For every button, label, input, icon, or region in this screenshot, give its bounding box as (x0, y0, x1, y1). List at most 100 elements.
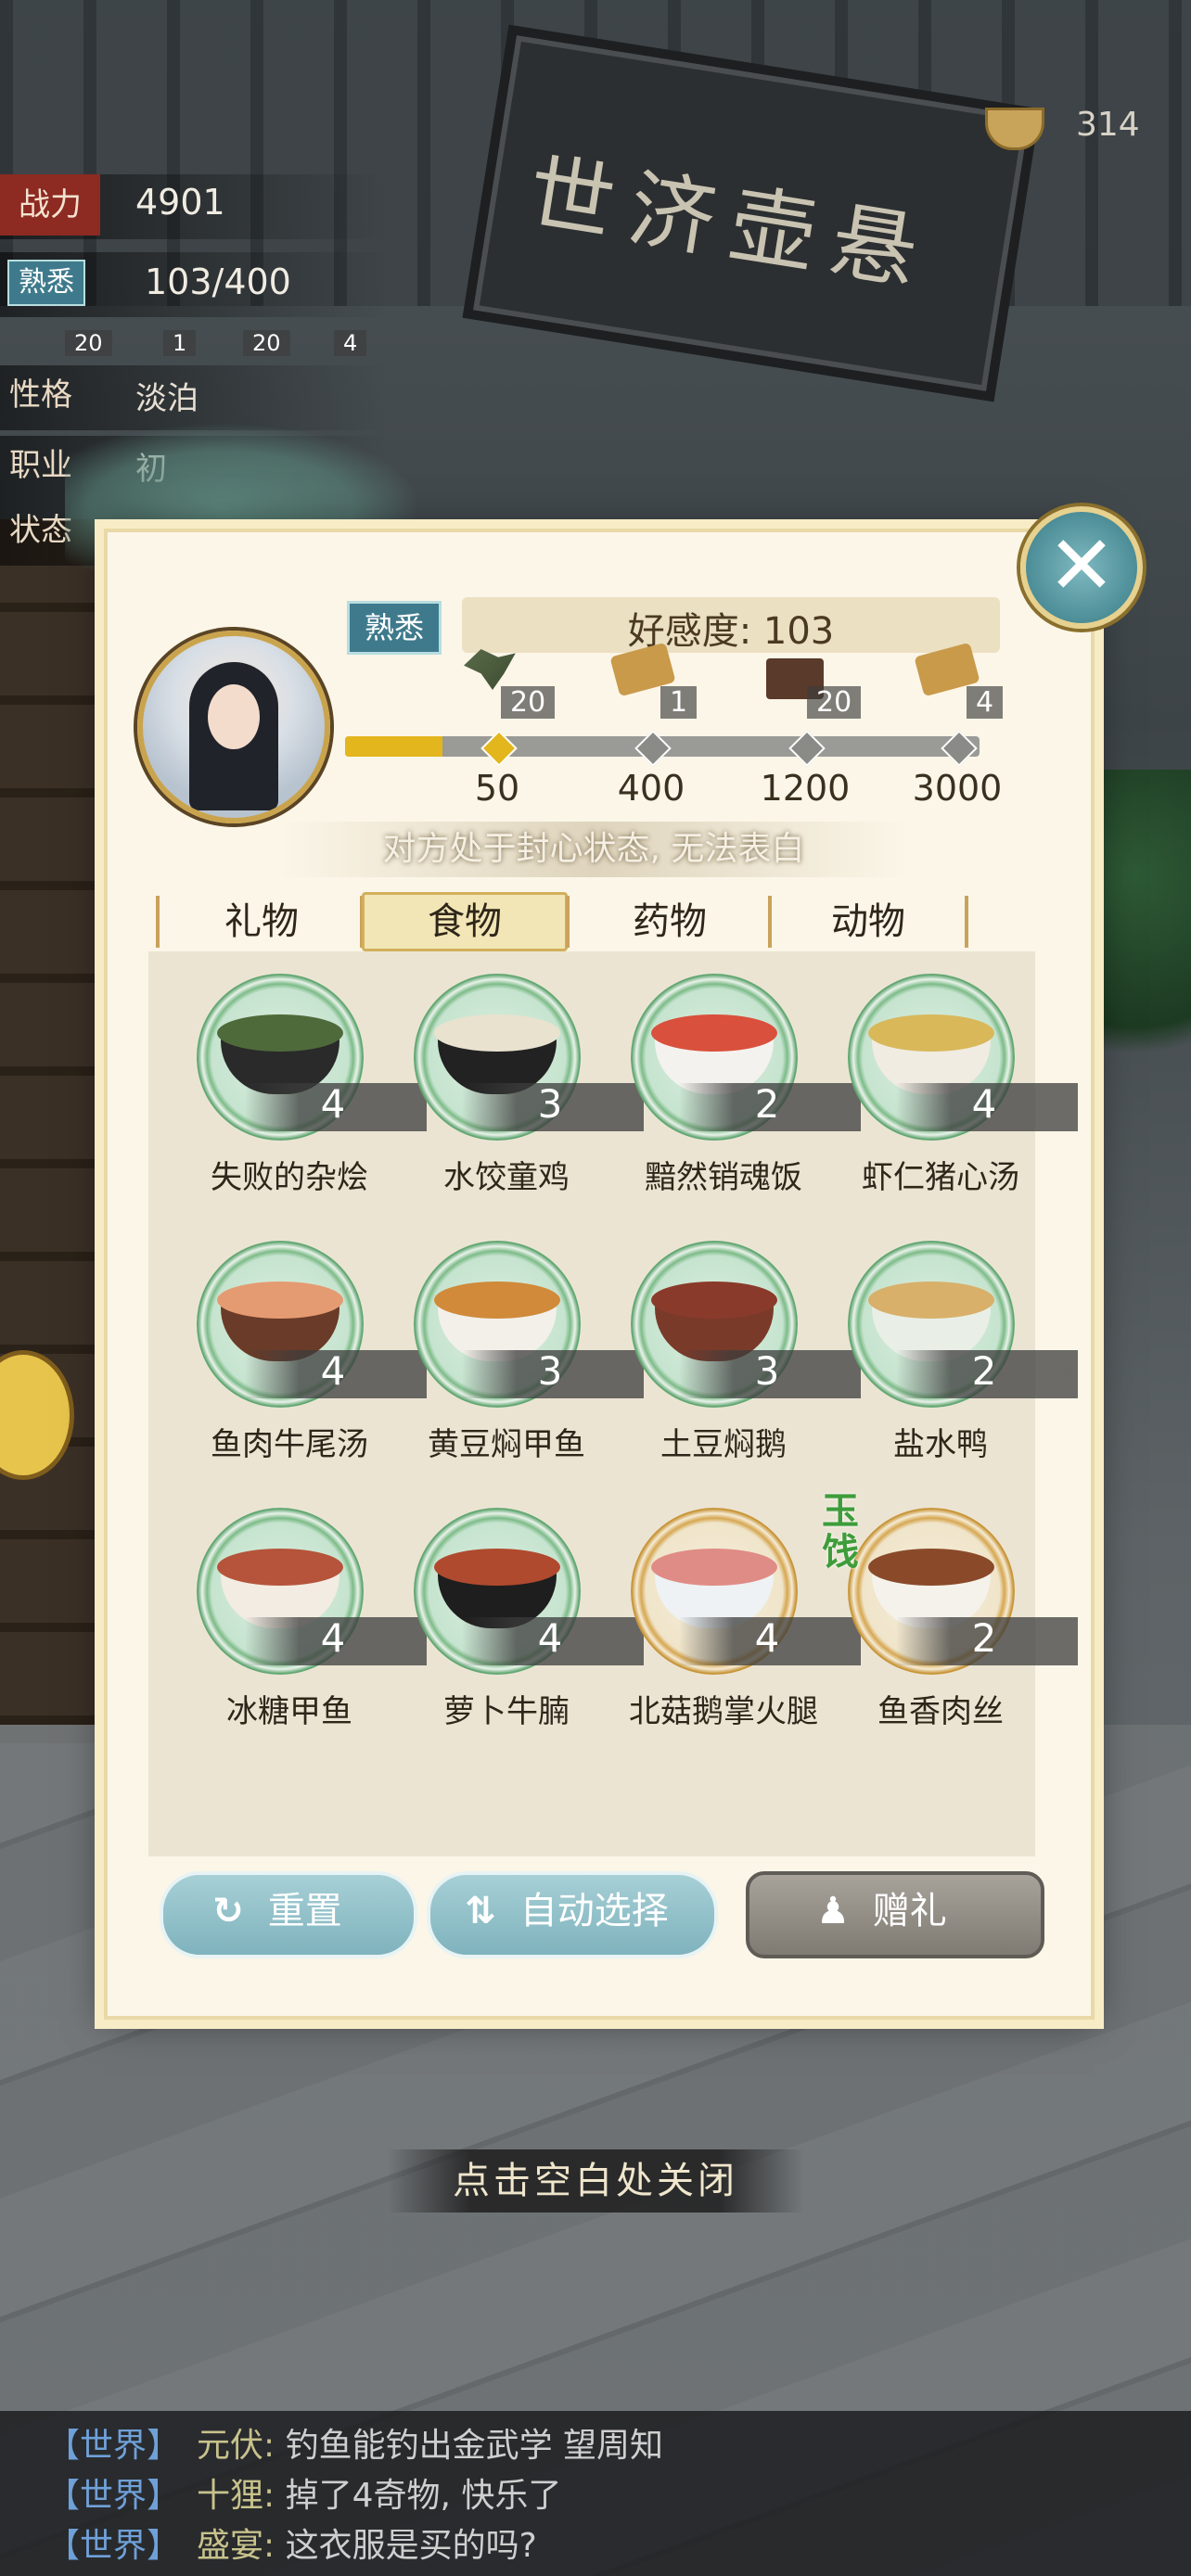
item-name: 水饺童鸡 (443, 1159, 570, 1196)
dish-food (651, 1549, 777, 1586)
job-label: 职业 (9, 447, 72, 484)
milestone-label: 400 (617, 768, 685, 809)
chat-channel: 【世界】 (46, 2427, 181, 2465)
chat-user[interactable]: 十狸: (197, 2477, 275, 2515)
power-value: 4901 (135, 182, 225, 223)
swap-arrows-icon: ⇅ (465, 1890, 496, 1932)
dish-food (868, 1014, 994, 1052)
item-tag: 玉饯 (822, 1489, 859, 1574)
food-item[interactable]: 4 萝卜牛腩 (397, 1504, 644, 1754)
currency-value: 314 (1076, 106, 1140, 144)
item-quantity: 2 (754, 1081, 780, 1127)
tab-gifts[interactable]: 礼物 (169, 890, 354, 953)
close-hint: 点击空白处关闭 (388, 2149, 803, 2213)
milestone-label: 3000 (912, 768, 1003, 809)
dish-food (868, 1549, 994, 1586)
stat-row-familiar: 熟悉 103/400 (0, 252, 390, 317)
auto-select-button[interactable]: ⇅ 自动选择 (427, 1871, 718, 1958)
dish-food (868, 1282, 994, 1319)
tab-divider (965, 896, 968, 948)
item-quantity: 4 (320, 1348, 346, 1394)
stat-row-power: 战力 4901 (0, 174, 390, 239)
dish-food (434, 1549, 560, 1586)
item-quantity: 4 (320, 1615, 346, 1661)
milestone-label: 1200 (760, 768, 851, 809)
item-quantity: 3 (537, 1081, 563, 1127)
food-item[interactable]: 2 鱼香肉丝 玉饯 (822, 1491, 1078, 1754)
food-item[interactable]: 4 虾仁猪心汤 (831, 970, 1078, 1220)
item-name: 盐水鸭 (893, 1426, 988, 1463)
affinity-label: 好感度: 103 (627, 610, 835, 653)
chat-text: 掉了4奇物, 快乐了 (285, 2477, 562, 2515)
close-button[interactable]: ✕ (1020, 506, 1143, 629)
chat-channel: 【世界】 (46, 2527, 181, 2565)
tab-divider (156, 896, 160, 948)
food-item[interactable]: 2 黯然销魂饭 (614, 970, 861, 1220)
world-chat[interactable]: 【世界】 元伏: 钓鱼能钓出金武学 望周知 【世界】 十狸: 掉了4奇物, 快乐了 … (0, 2411, 1191, 2576)
reset-icon: ↻ (212, 1890, 244, 1932)
dish-food (434, 1282, 560, 1319)
stat-reward-count: 20 (243, 330, 290, 356)
chat-user[interactable]: 元伏: (197, 2427, 275, 2465)
reward-count: 20 (501, 686, 556, 719)
familiar-label: 熟悉 (7, 260, 85, 306)
signboard-text: 世济壶悬 (521, 142, 941, 305)
reset-button-label: 重置 (267, 1890, 342, 1932)
food-item[interactable]: 3 水饺童鸡 (397, 970, 644, 1220)
food-item[interactable]: 4 冰糖甲鱼 (180, 1504, 427, 1754)
item-name: 冰糖甲鱼 (226, 1693, 352, 1730)
tab-medicine[interactable]: 药物 (577, 890, 762, 953)
close-icon: ✕ (1047, 517, 1116, 613)
item-quantity: 2 (971, 1348, 997, 1394)
closed-heart-notice: 对方处于封心状态, 无法表白 (278, 822, 909, 877)
chat-user[interactable]: 盛宴: (197, 2527, 275, 2565)
affinity-progress-fill (345, 736, 442, 757)
item-name: 黄豆焖甲鱼 (428, 1426, 585, 1463)
item-name: 鱼肉牛尾汤 (211, 1426, 368, 1463)
item-quantity: 3 (537, 1348, 563, 1394)
dish-food (217, 1549, 343, 1586)
status-label: 状态 (9, 512, 72, 549)
tab-food[interactable]: 食物 (362, 892, 568, 951)
gift-bag-icon: ♟ (816, 1890, 850, 1932)
tab-divider (566, 896, 570, 948)
dish-food (434, 1014, 560, 1052)
reward-count: 20 (807, 686, 862, 719)
item-name: 虾仁猪心汤 (862, 1159, 1019, 1196)
dish-food (651, 1282, 777, 1319)
item-name: 萝卜牛腩 (443, 1693, 570, 1730)
reset-button[interactable]: ↻ 重置 (160, 1871, 417, 1958)
dish-food (217, 1014, 343, 1052)
chat-line: 【世界】 十狸: 掉了4奇物, 快乐了 (46, 2468, 561, 2517)
item-quantity: 4 (754, 1615, 780, 1661)
stat-reward-count: 4 (334, 330, 367, 356)
tab-animals[interactable]: 动物 (775, 890, 961, 953)
chat-line: 【世界】 元伏: 钓鱼能钓出金武学 望周知 (46, 2418, 663, 2467)
gift-button-label: 赠礼 (872, 1890, 947, 1932)
food-item[interactable]: 2 盐水鸭 (831, 1237, 1078, 1487)
reward-count: 1 (660, 686, 698, 719)
medicine-shelf (0, 519, 121, 1743)
item-quantity: 4 (971, 1081, 997, 1127)
food-item[interactable]: 4 失败的杂烩 (180, 970, 427, 1220)
npc-avatar (137, 631, 330, 823)
item-name: 北菇鹅掌火腿 (629, 1693, 818, 1730)
gift-button[interactable]: ♟ 赠礼 (746, 1871, 1044, 1958)
item-name: 土豆焖鹅 (660, 1426, 787, 1463)
item-quantity: 3 (754, 1348, 780, 1394)
familiar-tag: 熟悉 (347, 601, 442, 655)
stat-reward-count: 1 (163, 330, 197, 356)
food-item[interactable]: 4 鱼肉牛尾汤 (180, 1237, 427, 1487)
food-item[interactable]: 4 北菇鹅掌火腿 (614, 1504, 861, 1754)
power-label: 战力 (0, 174, 100, 236)
stat-rewards: 20 1 20 4 (0, 323, 390, 360)
milestone-label: 50 (474, 768, 520, 809)
food-item[interactable]: 3 土豆焖鹅 (614, 1237, 861, 1487)
avatar-face (208, 684, 260, 749)
auto-select-button-label: 自动选择 (519, 1890, 669, 1932)
chat-channel: 【世界】 (46, 2477, 181, 2515)
food-item[interactable]: 3 黄豆焖甲鱼 (397, 1237, 644, 1487)
dish-food (217, 1282, 343, 1319)
item-quantity: 2 (971, 1615, 997, 1661)
stat-reward-count: 20 (65, 330, 112, 356)
